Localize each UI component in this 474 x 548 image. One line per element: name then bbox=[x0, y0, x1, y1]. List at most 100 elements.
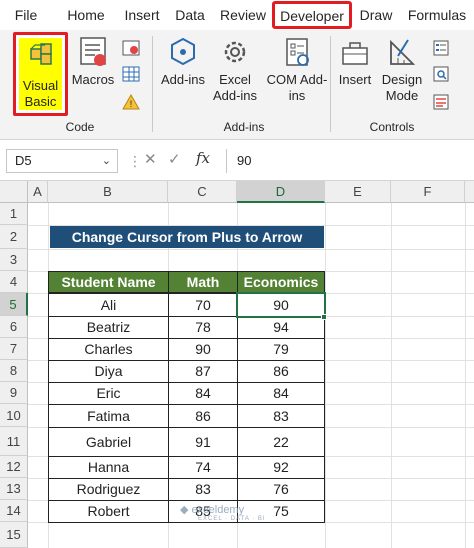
com-add-ins-label: COM Add-ins bbox=[266, 72, 328, 103]
design-mode-button[interactable]: Design Mode bbox=[378, 36, 426, 104]
tab-insert[interactable]: Insert bbox=[118, 0, 166, 30]
header-student-name[interactable]: Student Name bbox=[48, 271, 169, 293]
cell-math[interactable]: 86 bbox=[168, 404, 238, 428]
column-header-e[interactable]: E bbox=[325, 181, 391, 203]
cell-math[interactable]: 90 bbox=[168, 338, 238, 361]
record-macro-icon[interactable] bbox=[122, 40, 140, 56]
tab-draw[interactable]: Draw bbox=[356, 0, 396, 30]
worksheet-grid[interactable]: A B C D E F 1 2 3 4 5 6 7 8 9 10 11 12 1… bbox=[0, 181, 474, 548]
svg-text:!: ! bbox=[130, 99, 133, 109]
properties-icon[interactable] bbox=[432, 40, 450, 56]
table-title[interactable]: Change Cursor from Plus to Arrow bbox=[50, 226, 324, 248]
row-header-4[interactable]: 4 bbox=[0, 271, 28, 293]
column-header-a[interactable]: A bbox=[28, 181, 48, 203]
macros-label: Macros bbox=[71, 72, 115, 87]
select-all-corner[interactable] bbox=[0, 181, 28, 203]
formula-buttons: ✕ ✓ fx bbox=[140, 149, 220, 173]
relative-references-icon[interactable] bbox=[122, 66, 140, 82]
cell-name[interactable]: Ali bbox=[48, 293, 169, 317]
add-ins-button[interactable]: Add-ins bbox=[160, 36, 206, 88]
cell-name[interactable]: Beatriz bbox=[48, 316, 169, 339]
ribbon-tab-bar: File Home Insert Data Review Developer D… bbox=[0, 0, 474, 30]
row-header-11[interactable]: 11 bbox=[0, 427, 28, 456]
cancel-icon[interactable]: ✕ bbox=[144, 150, 157, 168]
row-header-9[interactable]: 9 bbox=[0, 382, 28, 404]
column-header-f[interactable]: F bbox=[391, 181, 465, 203]
fill-handle[interactable] bbox=[321, 314, 327, 320]
com-add-ins-button[interactable]: COM Add-ins bbox=[266, 36, 328, 104]
cell-economics[interactable]: 94 bbox=[237, 316, 325, 339]
cell-math[interactable]: 84 bbox=[168, 382, 238, 405]
insert-control-label: Insert bbox=[338, 72, 372, 87]
row-header-10[interactable]: 10 bbox=[0, 404, 28, 427]
column-header-next[interactable] bbox=[465, 181, 474, 203]
header-economics[interactable]: Economics bbox=[237, 271, 325, 293]
tab-formulas[interactable]: Formulas bbox=[402, 0, 472, 30]
row-header-14[interactable]: 14 bbox=[0, 500, 28, 522]
row-header-1[interactable]: 1 bbox=[0, 203, 28, 225]
row-header-3[interactable]: 3 bbox=[0, 249, 28, 271]
formula-input[interactable]: 90 bbox=[226, 149, 470, 173]
view-code-icon[interactable] bbox=[432, 66, 450, 82]
run-dialog-icon[interactable] bbox=[432, 94, 450, 110]
cell-economics[interactable]: 22 bbox=[237, 427, 325, 457]
macros-button[interactable]: Macros bbox=[70, 36, 116, 88]
visual-basic-button[interactable]: Visual Basic bbox=[13, 32, 68, 116]
column-header-b[interactable]: B bbox=[48, 181, 168, 203]
column-header-c[interactable]: C bbox=[168, 181, 237, 203]
cell-name[interactable]: Rodriguez bbox=[48, 478, 169, 501]
row-header-12[interactable]: 12 bbox=[0, 456, 28, 478]
cell-math[interactable]: 91 bbox=[168, 427, 238, 457]
cell-name[interactable]: Diya bbox=[48, 360, 169, 383]
cell-economics[interactable]: 84 bbox=[237, 382, 325, 405]
header-math[interactable]: Math bbox=[168, 271, 238, 293]
column-header-d[interactable]: D bbox=[237, 181, 325, 203]
gridline bbox=[391, 203, 392, 548]
tab-home[interactable]: Home bbox=[60, 0, 112, 30]
cell-name[interactable]: Robert bbox=[48, 500, 169, 523]
cell-name[interactable]: Fatima bbox=[48, 404, 169, 428]
gear-icon bbox=[224, 41, 246, 63]
cell-economics[interactable]: 83 bbox=[237, 404, 325, 428]
row-header-15[interactable]: 15 bbox=[0, 522, 28, 548]
insert-function-icon[interactable]: fx bbox=[196, 149, 210, 167]
active-cell-outline[interactable] bbox=[236, 292, 326, 318]
macro-security-icon[interactable]: ! bbox=[122, 94, 140, 110]
row-header-7[interactable]: 7 bbox=[0, 338, 28, 360]
formula-bar-grip[interactable]: ⋮ bbox=[128, 153, 142, 169]
tab-review[interactable]: Review bbox=[216, 0, 270, 30]
visual-basic-label: Visual Basic bbox=[22, 78, 59, 109]
cell-name[interactable]: Charles bbox=[48, 338, 169, 361]
row-header-13[interactable]: 13 bbox=[0, 478, 28, 500]
tab-data[interactable]: Data bbox=[170, 0, 210, 30]
cell-name[interactable]: Gabriel bbox=[48, 427, 169, 457]
tab-developer[interactable]: Developer bbox=[272, 1, 352, 29]
design-mode-label: Design Mode bbox=[381, 72, 423, 103]
name-box[interactable]: D5 ⌄ bbox=[6, 149, 118, 173]
row-header-8[interactable]: 8 bbox=[0, 360, 28, 382]
exceldemy-watermark: ◆ exceldemy EXCEL · DATA · BI bbox=[180, 503, 266, 522]
cell-economics[interactable]: 79 bbox=[237, 338, 325, 361]
cell-economics[interactable]: 76 bbox=[237, 478, 325, 501]
cell-math[interactable]: 83 bbox=[168, 478, 238, 501]
watermark-tagline: EXCEL · DATA · BI bbox=[198, 516, 266, 522]
insert-control-button[interactable]: Insert bbox=[334, 36, 376, 88]
cell-economics[interactable]: 86 bbox=[237, 360, 325, 383]
cell-name[interactable]: Eric bbox=[48, 382, 169, 405]
row-header-2[interactable]: 2 bbox=[0, 225, 28, 249]
gridline bbox=[28, 249, 474, 250]
cell-math[interactable]: 78 bbox=[168, 316, 238, 339]
cell-math[interactable]: 74 bbox=[168, 456, 238, 479]
enter-icon[interactable]: ✓ bbox=[168, 150, 181, 168]
row-header-5[interactable]: 5 bbox=[0, 293, 28, 316]
watermark-logo-icon: ◆ bbox=[180, 504, 192, 516]
cell-name[interactable]: Hanna bbox=[48, 456, 169, 479]
row-header-6[interactable]: 6 bbox=[0, 316, 28, 338]
cell-math[interactable]: 70 bbox=[168, 293, 238, 317]
chevron-down-icon[interactable]: ⌄ bbox=[102, 150, 111, 172]
tab-file[interactable]: File bbox=[6, 0, 46, 30]
cell-economics[interactable]: 92 bbox=[237, 456, 325, 479]
excel-add-ins-button[interactable]: Excel Add-ins bbox=[208, 36, 262, 104]
cell-math[interactable]: 87 bbox=[168, 360, 238, 383]
watermark-brand: exceldemy bbox=[191, 504, 245, 516]
